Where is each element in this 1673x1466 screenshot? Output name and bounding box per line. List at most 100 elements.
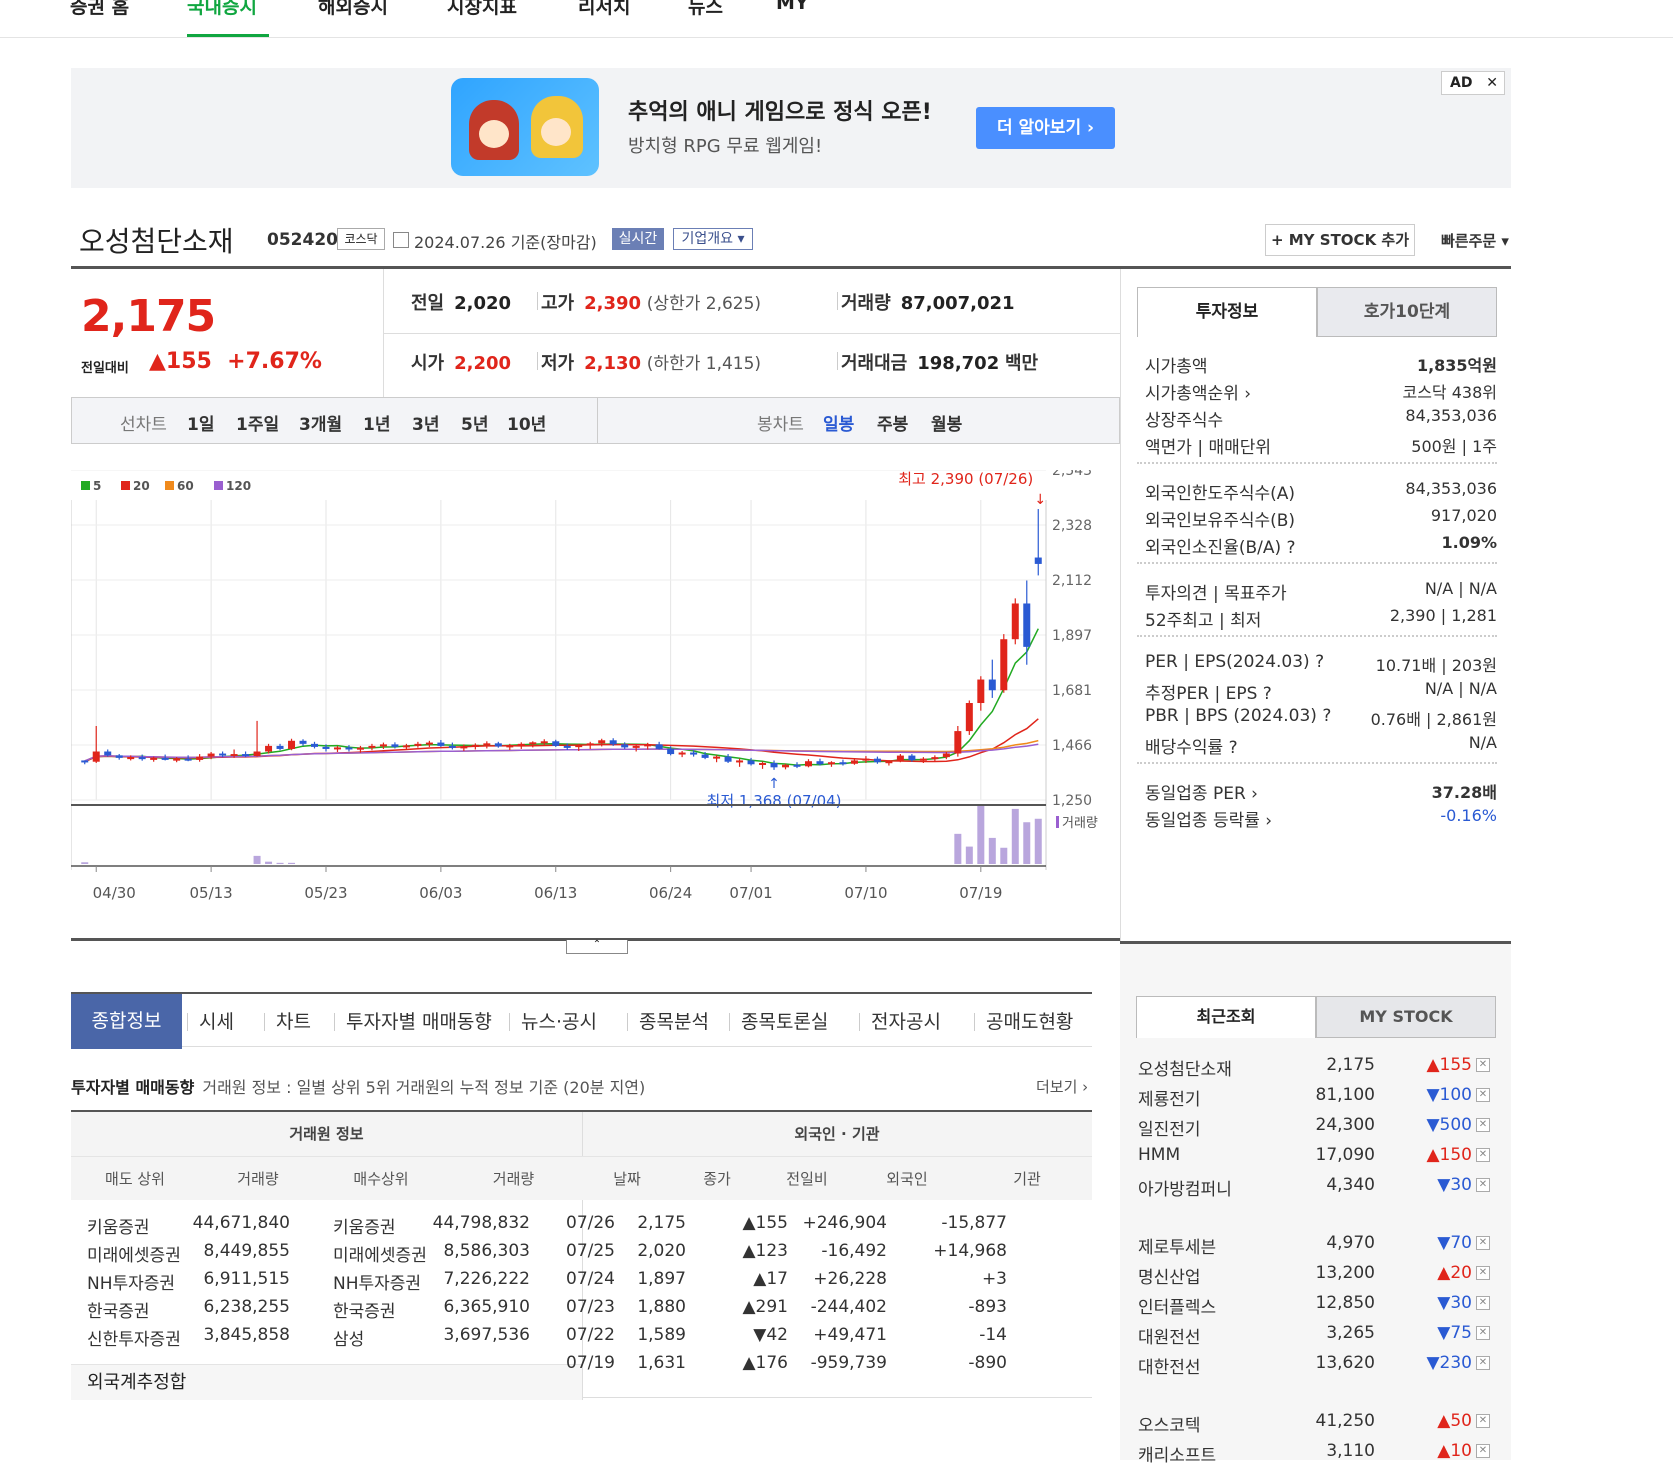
tab-1d[interactable]: 1일 bbox=[187, 410, 214, 435]
recent-item[interactable]: 제룡전기 81,100 ▼100 ✕ bbox=[1138, 1085, 1490, 1110]
nav-stock-home[interactable]: 증권 홈 bbox=[70, 0, 129, 19]
candle[interactable] bbox=[196, 754, 204, 762]
candle[interactable] bbox=[621, 742, 629, 749]
candle[interactable] bbox=[333, 745, 341, 753]
recent-name[interactable]: 대원전선 bbox=[1138, 1328, 1201, 1348]
recent-item[interactable]: HMM 17,090 ▲150 ✕ bbox=[1138, 1145, 1490, 1165]
candle[interactable] bbox=[92, 725, 100, 763]
recent-name[interactable]: 대한전선 bbox=[1138, 1358, 1201, 1378]
recent-name[interactable]: 일진전기 bbox=[1138, 1120, 1201, 1140]
candle[interactable] bbox=[793, 762, 801, 769]
candle[interactable] bbox=[827, 761, 835, 767]
remove-icon[interactable]: ✕ bbox=[1476, 1088, 1490, 1102]
tab-monthly[interactable]: 월봉 bbox=[931, 410, 962, 435]
tab-short-selling[interactable]: 공매도현황 bbox=[986, 1007, 1073, 1034]
tab-order-book[interactable]: 호가10단계 bbox=[1317, 287, 1497, 337]
candle[interactable] bbox=[425, 740, 433, 747]
nav-news[interactable]: 뉴스 bbox=[688, 0, 723, 19]
recent-name[interactable]: 오스코텍 bbox=[1138, 1416, 1201, 1436]
candle[interactable] bbox=[483, 741, 491, 749]
candle[interactable] bbox=[345, 745, 353, 752]
recent-name[interactable]: 아가방컴퍼니 bbox=[1138, 1180, 1232, 1200]
recent-item[interactable]: 캐리소프트 3,110 ▲10 ✕ bbox=[1138, 1441, 1490, 1466]
more-link[interactable]: 더보기 › bbox=[1036, 1076, 1088, 1097]
company-overview-button[interactable]: 기업개요 ▾ bbox=[673, 228, 753, 250]
candle[interactable] bbox=[1034, 509, 1042, 576]
ad-headline[interactable]: 추억의 애니 게임으로 정식 오픈! bbox=[628, 94, 932, 126]
recent-item[interactable]: 제로투세븐 4,970 ▼70 ✕ bbox=[1138, 1233, 1490, 1258]
candle[interactable] bbox=[379, 742, 387, 749]
add-my-stock-button[interactable]: + MY STOCK 추가 bbox=[1265, 224, 1415, 256]
candle[interactable] bbox=[81, 760, 89, 765]
tab-1y[interactable]: 1년 bbox=[363, 410, 390, 435]
candle[interactable] bbox=[759, 761, 767, 769]
remove-icon[interactable]: ✕ bbox=[1476, 1444, 1490, 1458]
remove-icon[interactable]: ✕ bbox=[1476, 1266, 1490, 1280]
candle[interactable] bbox=[632, 744, 640, 752]
remove-icon[interactable]: ✕ bbox=[1476, 1414, 1490, 1428]
recent-name[interactable]: 오성첨단소재 bbox=[1138, 1060, 1232, 1080]
recent-name[interactable]: 명신산업 bbox=[1138, 1268, 1201, 1288]
tab-investment-info[interactable]: 투자정보 bbox=[1137, 287, 1317, 337]
remove-icon[interactable]: ✕ bbox=[1476, 1356, 1490, 1370]
tab-disclosure[interactable]: 전자공시 bbox=[871, 1007, 941, 1034]
candle[interactable] bbox=[414, 741, 422, 748]
candle[interactable] bbox=[448, 742, 456, 750]
tab-weekly[interactable]: 주봉 bbox=[877, 410, 908, 435]
candle[interactable] bbox=[311, 741, 319, 749]
ad-cta-button[interactable]: 더 알아보기 › bbox=[976, 107, 1115, 149]
tab-chart[interactable]: 차트 bbox=[276, 1007, 311, 1034]
tab-3y[interactable]: 3년 bbox=[412, 410, 439, 435]
realtime-button[interactable]: 실시간 bbox=[612, 228, 664, 250]
recent-item[interactable]: 아가방컴퍼니 4,340 ▼30 ✕ bbox=[1138, 1175, 1490, 1200]
tab-1w[interactable]: 1주일 bbox=[236, 410, 279, 435]
candle[interactable] bbox=[896, 754, 904, 763]
recent-item[interactable]: 대원전선 3,265 ▼75 ✕ bbox=[1138, 1323, 1490, 1348]
remove-icon[interactable]: ✕ bbox=[1476, 1118, 1490, 1132]
candle[interactable] bbox=[977, 676, 985, 711]
recent-item[interactable]: 일진전기 24,300 ▼500 ✕ bbox=[1138, 1115, 1490, 1140]
remove-icon[interactable]: ✕ bbox=[1476, 1296, 1490, 1310]
collapse-toggle[interactable]: ⌃ bbox=[566, 940, 628, 954]
nav-indicators[interactable]: 시장지표 bbox=[447, 0, 517, 19]
candle[interactable] bbox=[655, 741, 663, 750]
candle[interactable] bbox=[873, 756, 881, 764]
ad-close-icon[interactable]: ✕ bbox=[1486, 72, 1498, 94]
candle[interactable] bbox=[471, 743, 479, 750]
candle[interactable] bbox=[839, 759, 847, 766]
tab-analysis[interactable]: 종목분석 bbox=[639, 1007, 709, 1034]
candle[interactable] bbox=[965, 700, 973, 735]
recent-item[interactable]: 명신산업 13,200 ▲20 ✕ bbox=[1138, 1263, 1490, 1288]
candle[interactable] bbox=[954, 725, 962, 757]
recent-item[interactable]: 인터플렉스 12,850 ▼30 ✕ bbox=[1138, 1293, 1490, 1318]
candle[interactable] bbox=[1000, 634, 1008, 693]
remove-icon[interactable]: ✕ bbox=[1476, 1236, 1490, 1250]
tab-overview[interactable]: 종합정보 bbox=[71, 994, 182, 1049]
candle[interactable] bbox=[288, 738, 296, 751]
remove-icon[interactable]: ✕ bbox=[1476, 1178, 1490, 1192]
tab-recent[interactable]: 최근조회 bbox=[1136, 996, 1316, 1038]
candlestick-chart[interactable]: 5 20 60 120 2,543 2,328 2,112 1,897 1,681 1,466 1,… bbox=[71, 470, 1120, 910]
nav-my[interactable]: MY bbox=[776, 0, 809, 14]
remove-icon[interactable]: ✕ bbox=[1476, 1148, 1490, 1162]
tab-news[interactable]: 뉴스·공시 bbox=[521, 1007, 597, 1034]
recent-item[interactable]: 오성첨단소재 2,175 ▲155 ✕ bbox=[1138, 1055, 1490, 1080]
recent-name[interactable]: 캐리소프트 bbox=[1138, 1446, 1216, 1466]
recent-name[interactable]: 제로투세븐 bbox=[1138, 1238, 1216, 1258]
candle[interactable] bbox=[138, 754, 146, 761]
tab-daily[interactable]: 일봉 bbox=[823, 410, 854, 435]
candle[interactable] bbox=[253, 720, 261, 757]
tab-quotes[interactable]: 시세 bbox=[199, 1007, 234, 1034]
fast-order-button[interactable]: 빠른주문 ▾ bbox=[1441, 230, 1509, 251]
remove-icon[interactable]: ✕ bbox=[1476, 1326, 1490, 1340]
candle[interactable] bbox=[1023, 580, 1031, 665]
tab-discussion[interactable]: 종목토론실 bbox=[741, 1007, 828, 1034]
candle[interactable] bbox=[115, 754, 123, 760]
candle[interactable] bbox=[494, 741, 502, 748]
tab-10y[interactable]: 10년 bbox=[507, 410, 546, 435]
candle[interactable] bbox=[437, 740, 445, 747]
candle[interactable] bbox=[988, 659, 996, 698]
candle[interactable] bbox=[770, 760, 778, 770]
nav-research[interactable]: 리서치 bbox=[578, 0, 630, 19]
recent-name[interactable]: HMM bbox=[1138, 1145, 1180, 1165]
